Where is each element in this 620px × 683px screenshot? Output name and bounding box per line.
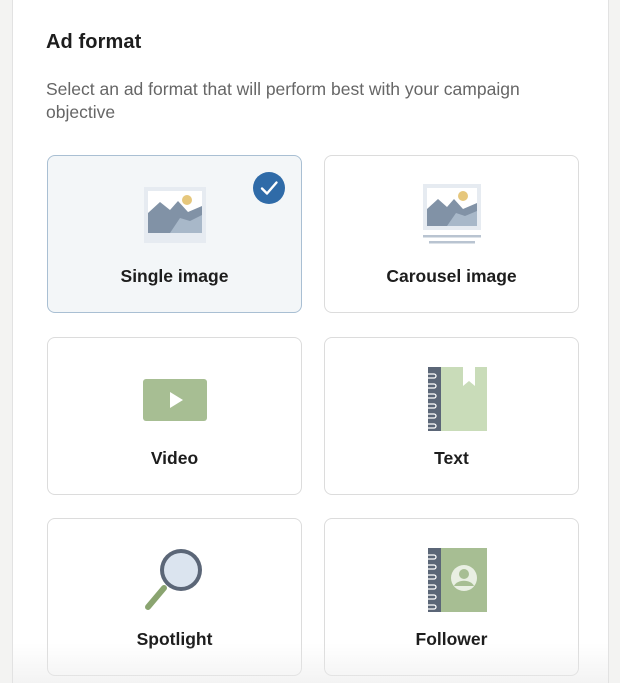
format-card-text[interactable]: Text [324,337,579,495]
selected-check-icon [253,172,285,204]
format-card-follower[interactable]: Follower [324,518,579,676]
ad-format-panel: Ad format Select an ad format that will … [12,0,609,683]
format-label: Single image [120,266,229,286]
text-icon [423,367,487,431]
section-title: Ad format [46,31,142,53]
format-label: Spotlight [136,629,213,649]
section-subtitle: Select an ad format that will perform be… [46,79,520,122]
format-card-carousel-image[interactable]: Carousel image [324,155,579,313]
format-card-video[interactable]: Video [47,337,302,495]
format-label: Text [434,448,469,468]
format-card-spotlight[interactable]: Spotlight [47,518,302,676]
carousel-image-icon [422,184,481,244]
video-icon [142,379,207,421]
single-image-icon [143,187,206,243]
format-label: Follower [415,629,488,649]
spotlight-icon [144,549,202,610]
format-label: Video [150,448,199,468]
format-label: Carousel image [386,266,517,286]
format-card-single-image[interactable]: Single image [47,155,302,313]
follower-icon [423,548,487,612]
